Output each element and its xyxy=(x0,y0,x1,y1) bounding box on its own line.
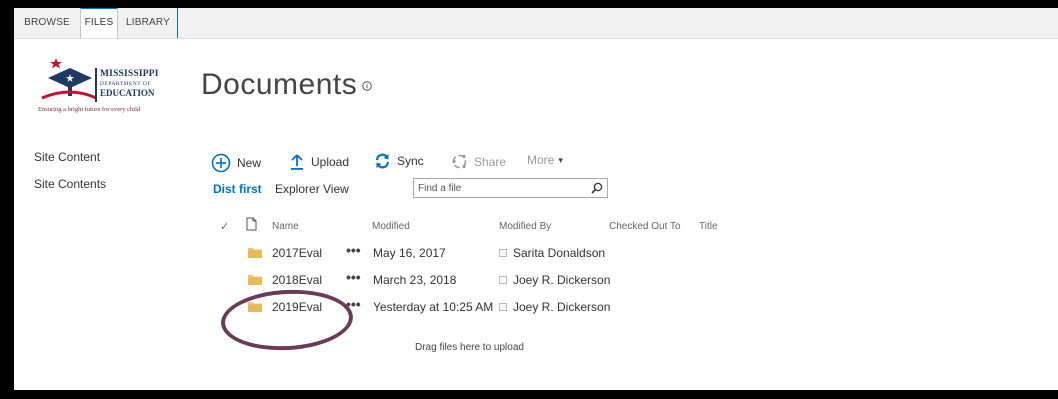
ribbon: BROWSE FILES LIBRARY xyxy=(14,8,1058,39)
tab-browse[interactable]: BROWSE xyxy=(22,8,72,38)
drop-zone-hint[interactable]: Drag files here to upload xyxy=(415,342,524,353)
upload-arrow-icon xyxy=(291,154,303,170)
column-header-name[interactable]: Name xyxy=(272,221,299,232)
sync-icon xyxy=(375,153,390,169)
share-icon xyxy=(452,154,467,169)
table-row[interactable]: 2017Eval ••• May 16, 2017 Sarita Donalds… xyxy=(14,240,1058,266)
column-header-checked-out-to[interactable]: Checked Out To xyxy=(609,221,681,232)
upload-label: Upload xyxy=(311,155,350,169)
plus-circle-icon xyxy=(211,153,231,173)
table-row[interactable]: 2019Eval ••• Yesterday at 10:25 AM Joey … xyxy=(14,294,1058,320)
presence-indicator-icon xyxy=(499,249,507,257)
presence-indicator-icon xyxy=(499,276,507,284)
more-button[interactable]: More ▾ xyxy=(527,153,563,167)
sync-button[interactable]: Sync xyxy=(374,153,424,169)
folder-icon xyxy=(248,275,262,285)
row-modified-by[interactable]: Sarita Donaldson xyxy=(513,246,605,260)
folder-icon xyxy=(248,248,262,258)
document-type-icon xyxy=(246,217,257,231)
folder-icon xyxy=(248,302,262,312)
sync-label: Sync xyxy=(397,154,424,168)
new-label: New xyxy=(237,156,262,170)
column-header-modified[interactable]: Modified xyxy=(372,221,410,232)
logo-line-2: DEPARTMENT OF xyxy=(100,81,151,87)
chevron-down-icon: ▾ xyxy=(558,154,563,165)
row-name-link[interactable]: 2019Eval xyxy=(272,300,322,314)
row-modified: May 16, 2017 xyxy=(373,246,446,260)
info-icon[interactable] xyxy=(362,81,372,91)
share-label: Share xyxy=(474,154,507,169)
more-label: More xyxy=(527,153,555,167)
table-row[interactable]: 2018Eval ••• March 23, 2018 Joey R. Dick… xyxy=(14,267,1058,293)
nav-site-contents[interactable]: Site Contents xyxy=(34,177,106,191)
select-all-check-icon[interactable]: ✓ xyxy=(220,220,229,233)
logo-tagline: Ensuring a bright future for every child xyxy=(38,106,141,113)
logo-line-3: EDUCATION xyxy=(100,88,155,98)
view-explorer[interactable]: Explorer View xyxy=(275,182,349,196)
sharepoint-window: BROWSE FILES LIBRARY MISSISSIPPI DEPARTM… xyxy=(14,8,1058,390)
ribbon-divider xyxy=(177,8,178,38)
ellipsis-menu-icon[interactable]: ••• xyxy=(346,296,361,312)
upload-button[interactable]: Upload xyxy=(289,153,349,171)
view-dist-first[interactable]: Dist first xyxy=(213,182,262,196)
row-modified: March 23, 2018 xyxy=(373,273,457,287)
share-button[interactable]: Share xyxy=(451,153,506,170)
search-box[interactable] xyxy=(413,178,608,198)
logo-divider xyxy=(95,68,97,102)
tab-library[interactable]: LIBRARY xyxy=(120,8,176,38)
row-modified: Yesterday at 10:25 AM xyxy=(373,300,494,314)
presence-indicator-icon xyxy=(499,303,507,311)
row-modified-by[interactable]: Joey R. Dickerson xyxy=(513,273,610,287)
new-button[interactable]: New xyxy=(211,153,261,173)
logo-line-1: MISSISSIPPI xyxy=(100,69,159,79)
tab-files[interactable]: FILES xyxy=(80,8,118,38)
search-input[interactable] xyxy=(418,181,578,195)
schoolhouse-star-logo-icon xyxy=(41,58,97,100)
ellipsis-menu-icon[interactable]: ••• xyxy=(346,269,361,285)
row-name-link[interactable]: 2018Eval xyxy=(272,273,322,287)
page-title: Documents xyxy=(201,68,358,101)
column-header-modified-by[interactable]: Modified By xyxy=(499,221,551,232)
nav-site-content[interactable]: Site Content xyxy=(34,150,100,164)
row-name-link[interactable]: 2017Eval xyxy=(272,246,322,260)
mde-logo[interactable]: MISSISSIPPI DEPARTMENT OF EDUCATION Ensu… xyxy=(38,56,168,120)
search-icon[interactable] xyxy=(591,182,603,194)
row-modified-by[interactable]: Joey R. Dickerson xyxy=(513,300,610,314)
ellipsis-menu-icon[interactable]: ••• xyxy=(346,242,361,258)
column-header-title[interactable]: Title xyxy=(699,221,718,232)
